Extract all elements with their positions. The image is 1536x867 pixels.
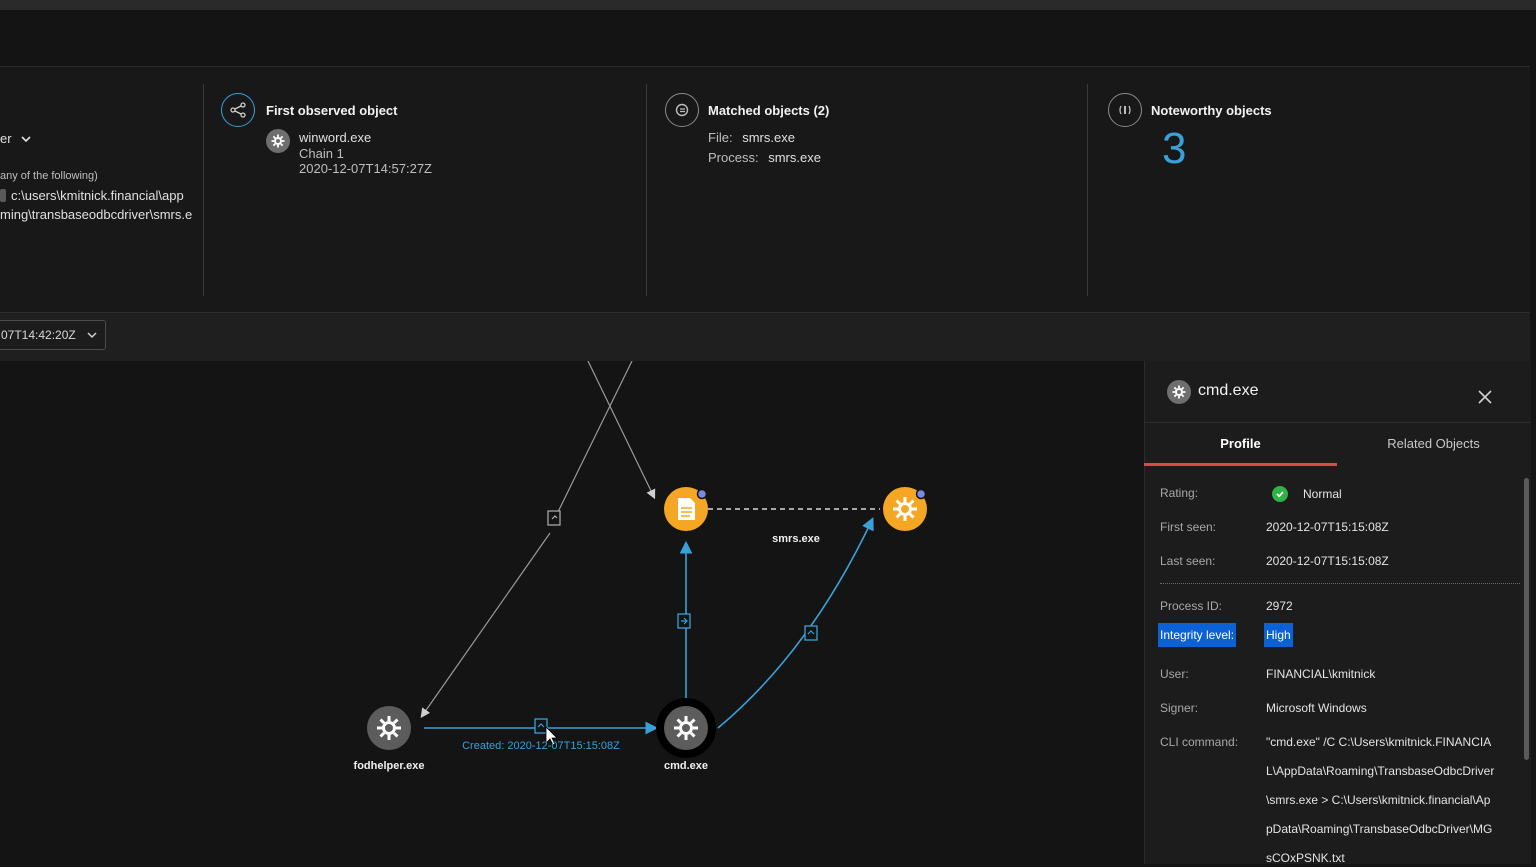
divider [203,84,204,296]
condition-hint: any of the following) [0,170,98,182]
header-area [0,10,1536,66]
matched-objects-title: Matched objects (2) [708,103,830,118]
cli-line: pData\Roaming\TransbaseOdbcDriver\MG [1266,822,1493,836]
cli-line: sCOxPSNK.txt [1266,851,1345,865]
fodhelper-node-label: fodhelper.exe [353,760,425,772]
gear-icon [266,129,290,153]
noteworthy-title: Noteworthy objects [1151,103,1272,118]
first-observed-icon [221,93,255,127]
date-select[interactable]: 07T14:42:20Z [0,320,106,350]
first-observed-chain: Chain 1 [299,146,344,161]
chevron-down-icon [87,332,97,339]
path-line-2: ming\transbaseodbcdriver\smrs.e [0,207,193,222]
last-seen-value: 2020-12-07T15:15:08Z [1266,554,1389,568]
date-select-value: 07T14:42:20Z [1,328,76,342]
signer-value: Microsoft Windows [1266,701,1367,715]
integrity-level-label: Integrity level: [1158,623,1237,647]
fodhelper-node [367,706,411,750]
graph-svg [367,360,927,758]
matched-process-value: smrs.exe [768,150,821,165]
edge-gray [420,532,551,718]
section-divider [1160,583,1520,584]
process-id-label: Process ID: [1160,599,1223,613]
matched-process-row[interactable]: Process: smrs.exe [708,150,821,165]
matched-file-value: smrs.exe [742,130,795,145]
process-id-value: 2972 [1266,599,1293,613]
first-observed-name[interactable]: winword.exe [299,130,371,145]
rating-label: Rating: [1160,486,1199,500]
graph-toolbar [0,312,1530,362]
integrity-level-label-text: Integrity level: [1158,623,1237,647]
edge-blue [717,517,874,729]
user-value: FINANCIAL\kmitnick [1266,667,1376,681]
integrity-level-value: High [1264,623,1293,647]
active-tab-indicator [1144,463,1337,466]
matched-file-label: File: [708,130,733,145]
smrs-process-node [883,487,927,531]
tabs-divider [1144,422,1530,423]
first-seen-label: First seen: [1160,520,1217,534]
scope-dropdown-label: er [0,131,12,146]
check-icon [1272,486,1288,502]
close-button[interactable] [1474,386,1496,408]
edge-gray [554,360,633,519]
smrs-file-node [664,487,708,531]
cli-line: L\AppData\Roaming\TransbaseOdbcDriver [1266,764,1495,778]
matched-process-label: Process: [708,150,759,165]
close-icon [1478,390,1492,404]
divider [1087,84,1088,296]
edge-gray [587,360,656,500]
panel-scrollbar[interactable] [1524,478,1529,760]
signer-label: Signer: [1160,701,1199,715]
file-edge-icon [804,625,818,641]
divider [646,84,647,296]
tab-related-objects[interactable]: Related Objects [1337,436,1530,451]
rating-value: Normal [1303,487,1342,501]
matched-objects-icon [665,93,699,127]
chevron-down-icon [21,136,31,143]
cmd-node-label: cmd.exe [663,760,709,772]
path-line-1: c:\users\kmitnick.financial\app [11,188,184,203]
file-edge-icon [534,718,548,734]
cmd-node [656,698,716,758]
cli-line: "cmd.exe" /C C:\Users\kmitnick.FINANCIA [1266,735,1492,749]
noteworthy-count[interactable]: 3 [1162,124,1186,174]
first-observed-title: First observed object [266,103,398,118]
noteworthy-icon [1108,93,1142,127]
tab-profile[interactable]: Profile [1144,436,1337,451]
edge-created-label: Created: 2020-12-07T15:15:08Z [462,740,620,752]
details-title: cmd.exe [1198,382,1259,399]
smrs-node-label: smrs.exe [772,533,820,545]
user-label: User: [1160,667,1189,681]
integrity-level-value-text: High [1264,623,1293,647]
window-top-strip [0,0,1536,10]
first-observed-timestamp: 2020-12-07T14:57:27Z [299,161,432,176]
gear-icon [1167,380,1191,404]
graph-canvas[interactable] [0,360,1144,864]
file-edge-icon [677,613,691,629]
cli-line: \smrs.exe > C:\Users\kmitnick.financial\… [1266,793,1491,807]
cli-command-label: CLI command: [1160,735,1239,749]
scope-dropdown[interactable]: er [0,131,31,146]
first-seen-value: 2020-12-07T15:15:08Z [1266,520,1389,534]
file-edge-icon [547,510,561,526]
last-seen-label: Last seen: [1160,554,1216,568]
matched-file-row[interactable]: File: smrs.exe [708,130,795,145]
path-checkbox[interactable] [0,189,6,202]
